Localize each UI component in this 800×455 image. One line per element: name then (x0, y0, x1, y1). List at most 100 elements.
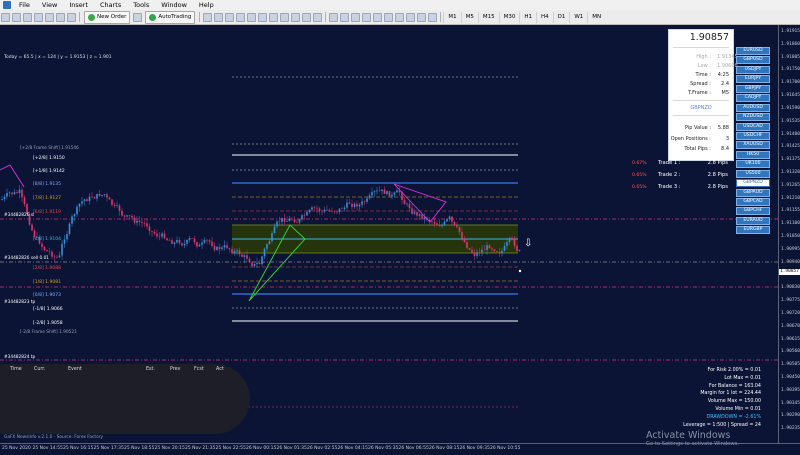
candlestick-icon[interactable] (214, 12, 224, 22)
symbol-button-eurgbp[interactable]: EURGBP (736, 226, 770, 235)
bar-chart-icon[interactable] (203, 12, 213, 22)
candle-body (261, 256, 263, 265)
symbol-button-cadjpy[interactable]: CADJPY (736, 94, 770, 103)
price-tick: 1.91155 (781, 208, 800, 214)
level-label: [-1/8] 1.9066 (33, 307, 63, 312)
label-icon[interactable] (417, 12, 427, 22)
menu-view[interactable]: View (36, 0, 63, 10)
timeframe-mn[interactable]: MN (587, 11, 605, 23)
profiles-icon[interactable] (12, 12, 21, 22)
periods-icon[interactable] (302, 12, 312, 22)
candle-body (248, 258, 251, 263)
trendline-icon[interactable] (373, 12, 383, 22)
candle-body (163, 233, 166, 239)
candle-body (413, 212, 416, 214)
candle-body (161, 233, 163, 237)
candle-body (263, 248, 266, 257)
symbol-button-gbpaud[interactable]: GBPAUD (736, 188, 770, 197)
symbol-button-usdjpy[interactable]: USDJPY (736, 65, 770, 74)
menu-charts[interactable]: Charts (94, 0, 127, 10)
indicators-icon[interactable] (291, 12, 301, 22)
info-row-high: High : 1.91345 (669, 54, 737, 60)
zoom-in-icon[interactable] (236, 12, 246, 22)
navigator-icon[interactable] (45, 12, 54, 22)
tile-windows-icon[interactable] (258, 12, 268, 22)
toolbar: New Order AutoTrading M1 M5 M15 M30 H1 H… (0, 10, 800, 25)
autotrading-button[interactable]: AutoTrading (145, 10, 196, 24)
candle-body (76, 206, 78, 215)
plus-icon (88, 13, 95, 21)
autoscroll-icon[interactable] (280, 12, 290, 22)
zoom-out-icon[interactable] (247, 12, 257, 22)
candle-body (376, 190, 378, 192)
timeframe-h4[interactable]: H4 (535, 11, 553, 23)
timeframe-m5[interactable]: M5 (460, 11, 478, 23)
candle-body (206, 239, 208, 241)
symbol-button-hk50[interactable]: HK50 (736, 150, 770, 159)
info-row-low: Low : 1.90608 (669, 63, 738, 69)
market-watch-icon[interactable] (23, 12, 32, 22)
order-tag: #34482826 sell 0.01 (4, 256, 50, 261)
symbol-button-gbpcad[interactable]: GBPCAD (736, 198, 770, 206)
chart-shift-icon[interactable] (269, 12, 279, 22)
tester-icon[interactable] (67, 12, 76, 22)
price-tick: 1.91860 (781, 41, 800, 47)
timeframe-w1[interactable]: W1 (569, 11, 587, 23)
symbol-button-us500[interactable]: US500 (736, 169, 770, 178)
candle-body (353, 203, 356, 207)
news-col-actual: Act (216, 367, 224, 372)
price-tick: 1.91750 (781, 67, 800, 73)
timeframe-d1[interactable]: D1 (552, 11, 570, 23)
terminal-icon[interactable] (56, 12, 65, 22)
symbol-button-audusd[interactable]: AUDUSD (736, 103, 770, 112)
candle-body (81, 201, 83, 204)
risk-line: Margin for 1 lot = 224.44 (700, 391, 761, 397)
info-row-spread: Spread : 2.4 (669, 81, 729, 87)
symbol-button-gbpjpy[interactable]: GBPJPY (736, 84, 770, 93)
menu-file[interactable]: File (13, 0, 36, 10)
arrows-icon[interactable] (428, 12, 438, 22)
symbol-button-euraud[interactable]: EURAUD (736, 216, 770, 225)
timeframe-m15[interactable]: M15 (477, 11, 499, 23)
crosshair-icon[interactable] (340, 12, 350, 22)
timeframe-h1[interactable]: H1 (519, 11, 536, 23)
symbol-button-usdcad[interactable]: USDCAD (736, 122, 770, 131)
candle-body (8, 192, 11, 194)
candle-body (23, 197, 26, 205)
fibonacci-icon[interactable] (395, 12, 405, 22)
menu-insert[interactable]: Insert (63, 0, 94, 10)
cursor-icon[interactable] (329, 12, 339, 22)
data-window-icon[interactable] (34, 12, 43, 22)
timeframe-m1[interactable]: M1 (443, 11, 460, 23)
symbol-button-xauusd[interactable]: XAUUSD (736, 141, 770, 150)
text-icon[interactable] (406, 12, 416, 22)
menu-window[interactable]: Window (155, 0, 193, 10)
symbol-button-nzdusd[interactable]: NZDUSD (736, 113, 770, 122)
meta-editor-icon[interactable] (133, 12, 143, 22)
symbol-button-uk100[interactable]: UK100 (736, 160, 770, 169)
candle-body (238, 250, 241, 255)
symbol-button-eurjpy[interactable]: EURJPY (736, 75, 770, 84)
templates-icon[interactable] (313, 12, 323, 22)
horizontal-line-icon[interactable] (362, 12, 372, 22)
new-order-button[interactable]: New Order (84, 10, 131, 24)
candle-body (111, 199, 113, 205)
menu-tools[interactable]: Tools (127, 0, 155, 10)
line-chart-icon[interactable] (225, 12, 235, 22)
candle-body (181, 243, 183, 246)
vertical-line-icon[interactable] (351, 12, 361, 22)
price-axis[interactable]: 1.91915 1.91860 1.91805 1.91750 1.91700 1.916… (778, 25, 800, 443)
symbol-button-usdchf[interactable]: USDCHF (736, 131, 770, 140)
toolbar-separator (199, 12, 201, 22)
symbol-button-list: EURUSD GBPUSD USDJPY EURJPY GBPJPY CADJPY AUDU… (736, 47, 770, 236)
channel-icon[interactable] (384, 12, 394, 22)
symbol-button-gbpusd[interactable]: GBPUSD (736, 56, 770, 65)
menu-help[interactable]: Help (193, 0, 220, 10)
frame-shift-note: [+2/8 Frame Shift] 1.91546 (20, 146, 79, 151)
new-chart-icon[interactable] (1, 12, 10, 22)
symbol-button-gbpnzd[interactable]: GBPNZD (736, 179, 770, 188)
timeframe-m30[interactable]: M30 (498, 11, 520, 23)
symbol-button-eurusd[interactable]: EURUSD (736, 47, 770, 55)
candle-body (468, 248, 471, 250)
symbol-button-gbpchf[interactable]: GBPCHF (736, 207, 770, 216)
